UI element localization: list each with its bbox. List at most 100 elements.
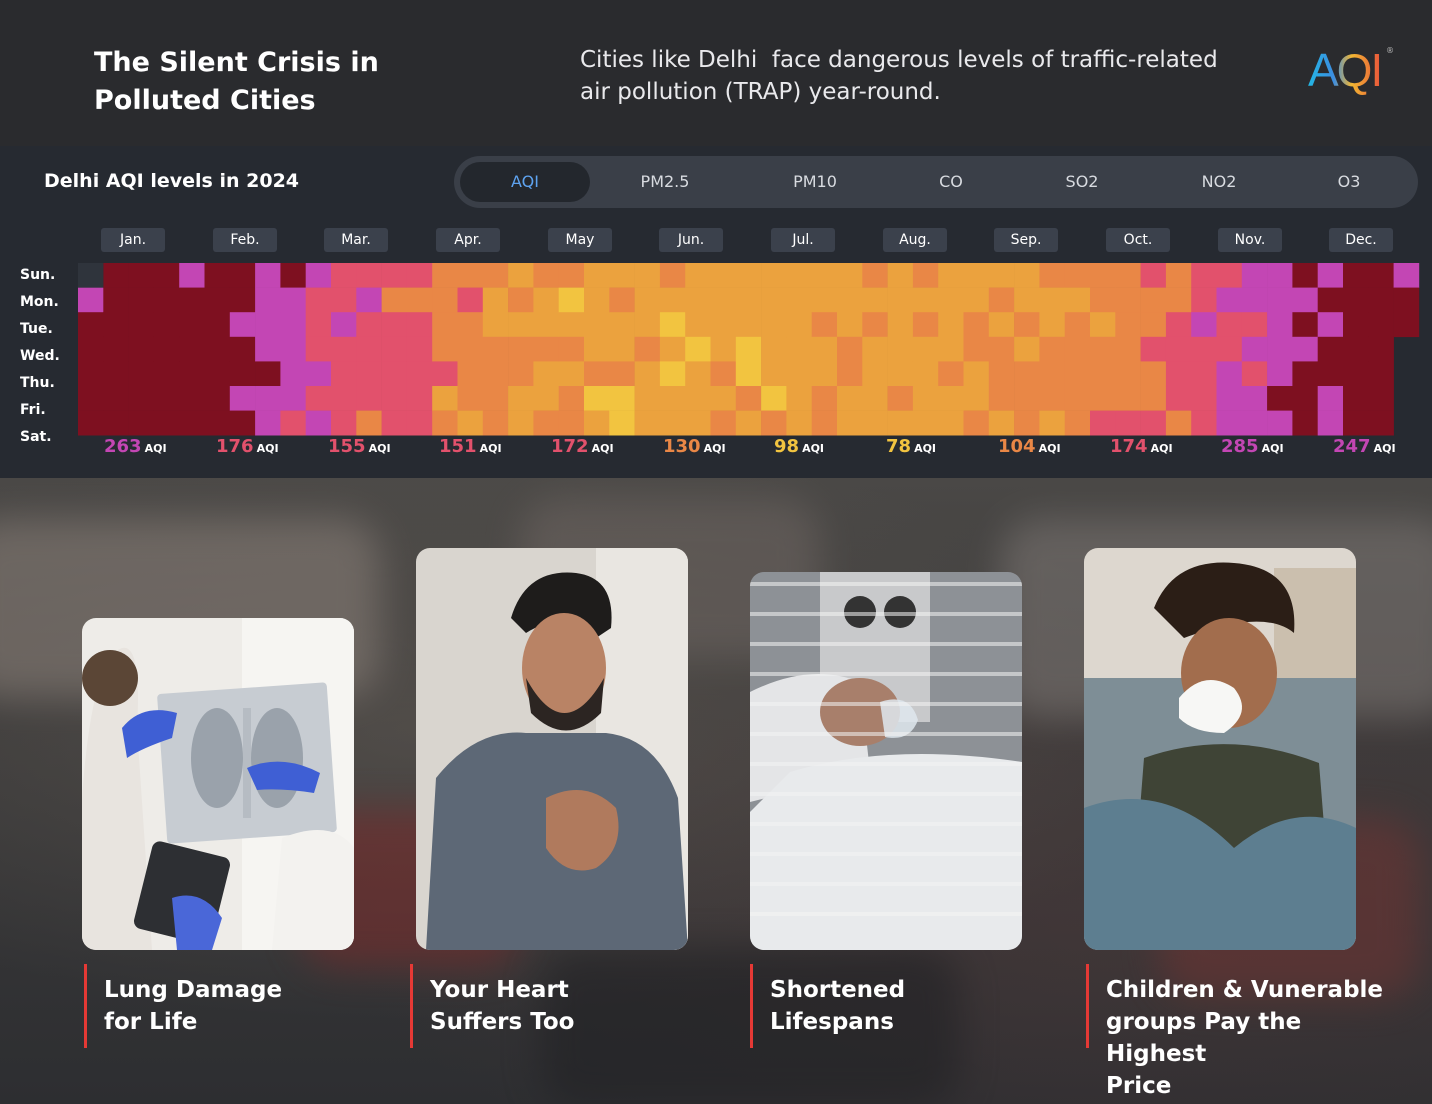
heatmap-cell[interactable] bbox=[280, 361, 306, 387]
heatmap-cell[interactable] bbox=[255, 410, 281, 436]
heatmap-cell[interactable] bbox=[811, 336, 838, 362]
heatmap-cell[interactable] bbox=[204, 312, 231, 338]
heatmap-cell[interactable] bbox=[1140, 410, 1167, 436]
heatmap-cell[interactable] bbox=[1039, 287, 1065, 313]
heatmap-cell[interactable] bbox=[255, 386, 281, 411]
heatmap-cell[interactable] bbox=[280, 386, 306, 411]
heatmap-cell[interactable] bbox=[659, 312, 686, 338]
aqi-logo[interactable]: AQI ® bbox=[1308, 44, 1398, 96]
heatmap-cell[interactable] bbox=[1292, 410, 1318, 436]
heatmap-cell[interactable] bbox=[685, 410, 711, 436]
heatmap-cell[interactable] bbox=[103, 386, 129, 411]
heatmap-cell[interactable] bbox=[634, 336, 661, 362]
heatmap-cell[interactable] bbox=[356, 386, 382, 411]
heatmap-cell[interactable] bbox=[1343, 410, 1369, 436]
heatmap-cell[interactable] bbox=[255, 361, 281, 387]
heatmap-cell[interactable] bbox=[255, 312, 281, 338]
heatmap-cell[interactable] bbox=[432, 386, 458, 411]
heatmap-cell[interactable] bbox=[1216, 361, 1243, 387]
heatmap-cell[interactable] bbox=[963, 386, 990, 411]
heatmap-cell[interactable] bbox=[533, 361, 559, 387]
heatmap-cell[interactable] bbox=[128, 410, 155, 436]
heatmap-cell[interactable] bbox=[1317, 410, 1344, 436]
heatmap-cell[interactable] bbox=[1393, 287, 1420, 313]
heatmap-cell[interactable] bbox=[1216, 410, 1243, 436]
heatmap-cell[interactable] bbox=[1267, 263, 1293, 288]
heatmap-cell[interactable] bbox=[432, 312, 458, 338]
heatmap-cell[interactable] bbox=[963, 263, 990, 288]
heatmap-cell[interactable] bbox=[1241, 263, 1268, 288]
heatmap-cell[interactable] bbox=[1115, 410, 1141, 436]
heatmap-cell[interactable] bbox=[862, 386, 888, 411]
heatmap-cell[interactable] bbox=[811, 287, 838, 313]
heatmap-cell[interactable] bbox=[204, 336, 231, 362]
heatmap-cell[interactable] bbox=[381, 361, 408, 387]
heatmap-cell[interactable] bbox=[685, 336, 711, 362]
heatmap-cell[interactable] bbox=[381, 287, 408, 313]
heatmap-cell[interactable] bbox=[255, 287, 281, 313]
heatmap-cell[interactable] bbox=[457, 287, 484, 313]
heatmap-cell[interactable] bbox=[1191, 287, 1217, 313]
heatmap-cell[interactable] bbox=[837, 287, 863, 313]
heatmap-cell[interactable] bbox=[837, 336, 863, 362]
heatmap-cell[interactable] bbox=[938, 361, 964, 387]
heatmap-cell[interactable] bbox=[103, 410, 129, 436]
heatmap-cell[interactable] bbox=[988, 386, 1015, 411]
heatmap-cell[interactable] bbox=[482, 263, 509, 288]
heatmap-cell[interactable] bbox=[381, 263, 408, 288]
heatmap-cell[interactable] bbox=[710, 312, 737, 338]
heatmap-cell[interactable] bbox=[1165, 386, 1192, 411]
heatmap-cell[interactable] bbox=[1292, 361, 1318, 387]
heatmap-cell[interactable] bbox=[1216, 263, 1243, 288]
heatmap-cell[interactable] bbox=[609, 361, 635, 387]
heatmap-cell[interactable] bbox=[735, 263, 762, 288]
heatmap-cell[interactable] bbox=[963, 410, 990, 436]
heatmap-cell[interactable] bbox=[78, 361, 104, 387]
heatmap-cell[interactable] bbox=[1140, 312, 1167, 338]
heatmap-cell[interactable] bbox=[1292, 263, 1318, 288]
heatmap-cell[interactable] bbox=[280, 287, 306, 313]
heatmap-cell[interactable] bbox=[78, 312, 104, 338]
heatmap-cell[interactable] bbox=[103, 312, 129, 338]
heatmap-cell[interactable] bbox=[331, 410, 357, 436]
heatmap-cell[interactable] bbox=[229, 263, 256, 288]
heatmap-cell[interactable] bbox=[204, 361, 231, 387]
heatmap-cell[interactable] bbox=[103, 361, 129, 387]
heatmap-cell[interactable] bbox=[1014, 361, 1040, 387]
heatmap-cell[interactable] bbox=[356, 312, 382, 338]
heatmap-cell[interactable] bbox=[406, 287, 433, 313]
heatmap-cell[interactable] bbox=[1343, 312, 1369, 338]
heatmap-cell[interactable] bbox=[710, 361, 737, 387]
heatmap-cell[interactable] bbox=[1267, 336, 1293, 362]
heatmap-cell[interactable] bbox=[128, 312, 155, 338]
heatmap-cell[interactable] bbox=[1165, 263, 1192, 288]
heatmap-cell[interactable] bbox=[735, 361, 762, 387]
heatmap-cell[interactable] bbox=[634, 386, 661, 411]
heatmap-cell[interactable] bbox=[1039, 336, 1065, 362]
heatmap-cell[interactable] bbox=[710, 410, 737, 436]
heatmap-cell[interactable] bbox=[457, 386, 484, 411]
heatmap-cell[interactable] bbox=[533, 386, 559, 411]
heatmap-cell[interactable] bbox=[255, 336, 281, 362]
heatmap-cell[interactable] bbox=[685, 386, 711, 411]
heatmap-cell[interactable] bbox=[938, 410, 964, 436]
heatmap-cell[interactable] bbox=[508, 361, 534, 387]
heatmap-cell[interactable] bbox=[786, 410, 812, 436]
heatmap-cell[interactable] bbox=[1191, 386, 1217, 411]
heatmap-cell[interactable] bbox=[1039, 312, 1065, 338]
heatmap-cell[interactable] bbox=[179, 263, 205, 288]
heatmap-cell[interactable] bbox=[735, 336, 762, 362]
heatmap-cell[interactable] bbox=[1140, 386, 1167, 411]
heatmap-cell[interactable] bbox=[1140, 263, 1167, 288]
heatmap-cell[interactable] bbox=[584, 361, 610, 387]
heatmap-cell[interactable] bbox=[305, 361, 332, 387]
heatmap-cell[interactable] bbox=[609, 410, 635, 436]
heatmap-cell[interactable] bbox=[153, 410, 180, 436]
heatmap-cell[interactable] bbox=[1115, 287, 1141, 313]
heatmap-cell[interactable] bbox=[1191, 361, 1217, 387]
heatmap-cell[interactable] bbox=[659, 336, 686, 362]
heatmap-cell[interactable] bbox=[988, 410, 1015, 436]
heatmap-cell[interactable] bbox=[1165, 361, 1192, 387]
heatmap-cell[interactable] bbox=[1267, 361, 1293, 387]
heatmap-cell[interactable] bbox=[305, 312, 332, 338]
